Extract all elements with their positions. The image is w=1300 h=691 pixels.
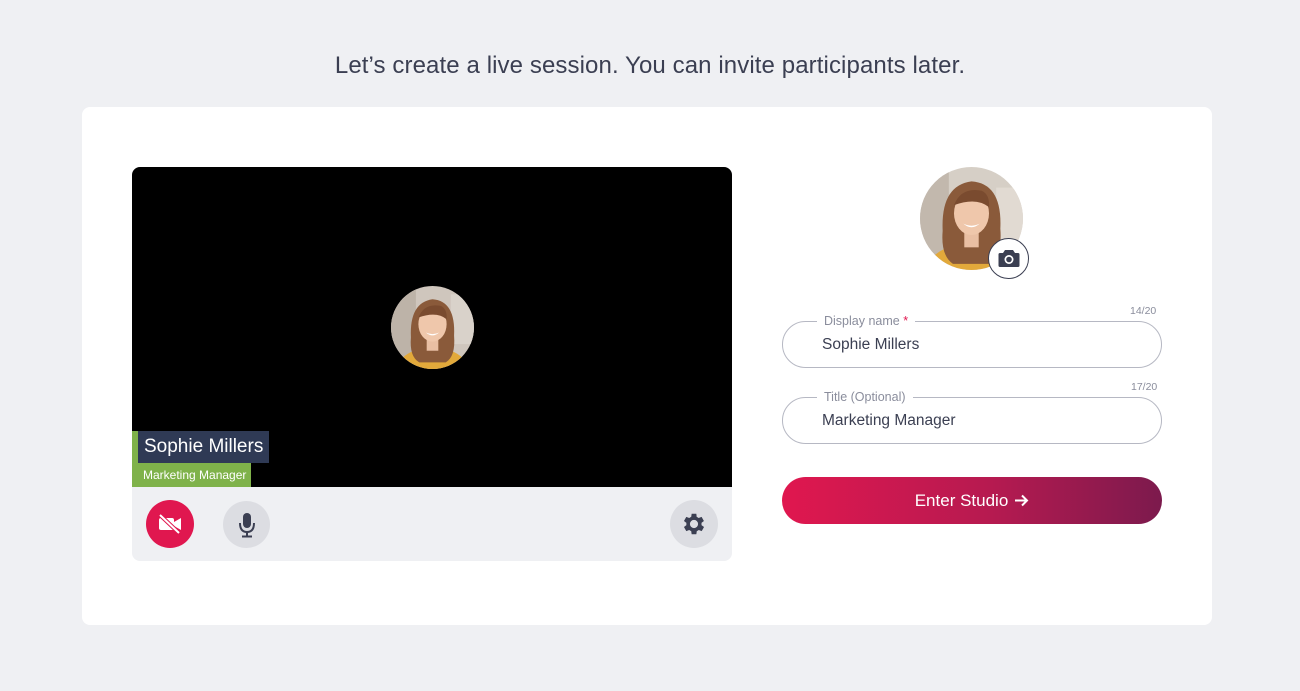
name-tag: Sophie Millers [132, 431, 270, 463]
display-name-label: Display name * [817, 313, 916, 329]
settings-button[interactable] [670, 500, 718, 548]
display-name-counter: 14/20 [1130, 305, 1157, 317]
enter-studio-button[interactable]: Enter Studio [782, 477, 1162, 524]
camera-toggle-button[interactable] [146, 500, 194, 548]
page-heading: Let’s create a live session. You can inv… [334, 52, 966, 79]
title-field: Title (Optional) [782, 389, 1162, 444]
microphone-icon [238, 512, 256, 538]
camera-icon [998, 249, 1020, 268]
change-photo-button[interactable] [988, 238, 1029, 279]
title-counter: 17/20 [1131, 381, 1158, 393]
gear-icon [680, 510, 708, 538]
camera-preview: Sophie Millers Marketing Manager [132, 167, 732, 561]
arrow-right-icon [1014, 494, 1029, 507]
video-area: Sophie Millers Marketing Manager [132, 167, 732, 487]
microphone-toggle-button[interactable] [223, 501, 270, 548]
title-label: Title (Optional) [817, 389, 913, 405]
video-off-icon [157, 513, 183, 535]
session-setup-card: Sophie Millers Marketing Manager 14/20 D… [82, 107, 1212, 625]
enter-studio-label: Enter Studio [914, 490, 1009, 510]
title-tag: Marketing Manager [132, 463, 252, 487]
profile-photo-section [920, 167, 1029, 279]
name-tag-label: Sophie Millers [138, 431, 270, 463]
display-name-input[interactable] [822, 334, 1142, 356]
display-name-field: Display name * [782, 313, 1162, 368]
video-avatar [391, 286, 474, 369]
title-input[interactable] [822, 410, 1142, 432]
